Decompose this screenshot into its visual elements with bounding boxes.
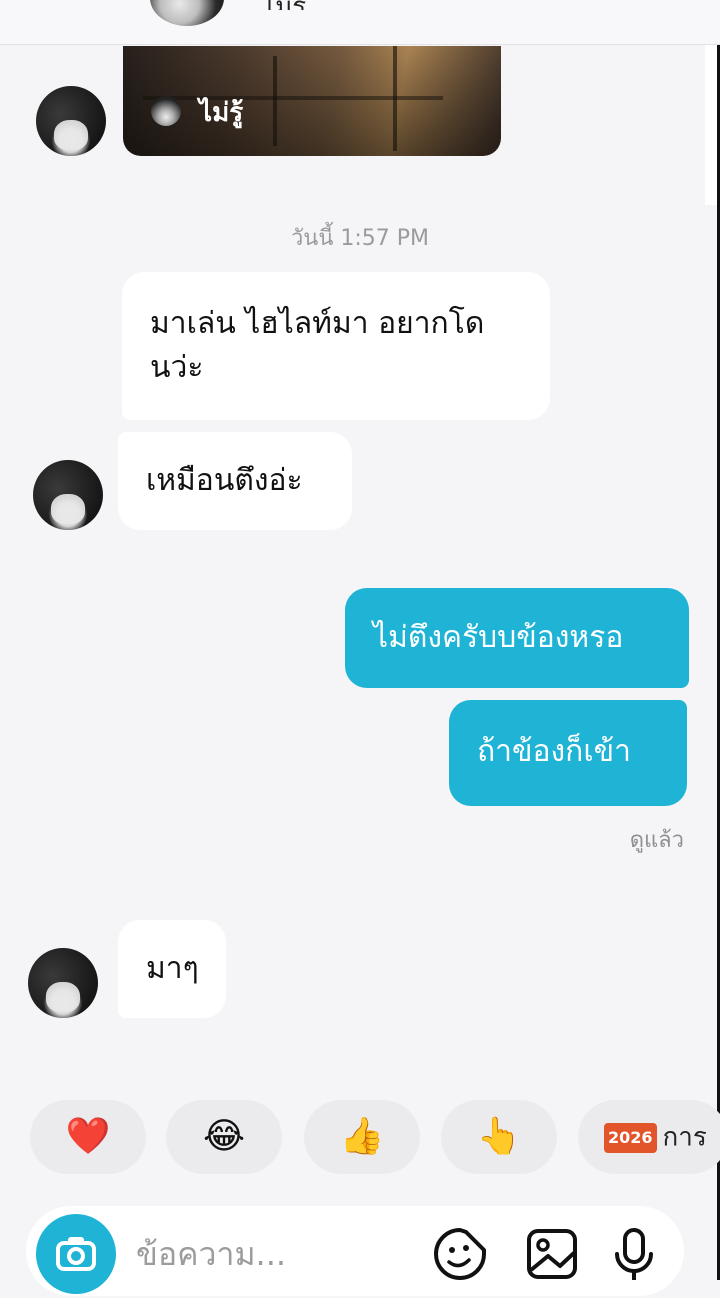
message-input[interactable] (134, 1228, 418, 1280)
laugh-icon[interactable]: 😂 (166, 1100, 282, 1174)
chat-header: ไม่รู้ (0, 0, 720, 45)
sticker-icon[interactable] (432, 1226, 488, 1282)
message-text: มาๆ (146, 951, 199, 986)
camera-icon (56, 1237, 96, 1271)
seen-status: ดูแล้ว (629, 828, 684, 853)
story-avatar (151, 96, 181, 126)
reaction-more[interactable]: 2026 การ (578, 1100, 720, 1174)
message-text: เหมือนตึงอ่ะ (146, 463, 303, 498)
chat-timestamp: วันนี้ 1:57 PM (290, 226, 430, 251)
message-bubble-incoming[interactable]: มาๆ (118, 920, 226, 1018)
avatar[interactable] (28, 948, 98, 1018)
story-reply-card[interactable]: ไม่รู้ (123, 46, 501, 156)
camera-button[interactable] (36, 1214, 116, 1294)
message-bubble-outgoing[interactable]: ถ้าข้องก็เข้า (449, 700, 687, 806)
header-title[interactable]: ไม่รู้ (262, 0, 562, 10)
message-bubble-incoming[interactable]: เหมือนตึงอ่ะ (118, 432, 352, 530)
story-label: ไม่รู้ (199, 98, 244, 128)
gallery-icon[interactable] (524, 1226, 580, 1282)
quick-reaction-bar: ❤️ 😂 👍 👆 2026 การ (0, 1100, 720, 1176)
message-bubble-incoming[interactable]: มาเล่น ไฮไลท์มา อยากโดนว่ะ (122, 272, 550, 420)
microphone-icon[interactable] (606, 1226, 662, 1282)
point-up-icon[interactable]: 👆 (441, 1100, 557, 1174)
reaction-text: การ (662, 1122, 707, 1153)
message-text: ถ้าข้องก็เข้า (477, 734, 631, 769)
thumbs-up-icon[interactable]: 👍 (304, 1100, 420, 1174)
story-image-detail (273, 56, 277, 146)
message-text: ไม่ตึงครับบข้องหรอ (373, 620, 624, 655)
badge-2026-icon: 2026 (604, 1122, 657, 1153)
header-avatar[interactable] (150, 0, 224, 26)
avatar[interactable] (36, 86, 106, 156)
message-text: มาเล่น ไฮไลท์มา อยากโดนว่ะ (150, 306, 485, 385)
heart-icon[interactable]: ❤️ (30, 1100, 146, 1174)
avatar[interactable] (33, 460, 103, 530)
message-bubble-outgoing[interactable]: ไม่ตึงครับบข้องหรอ (345, 588, 689, 688)
story-image-detail (143, 96, 443, 100)
message-composer (26, 1206, 684, 1296)
